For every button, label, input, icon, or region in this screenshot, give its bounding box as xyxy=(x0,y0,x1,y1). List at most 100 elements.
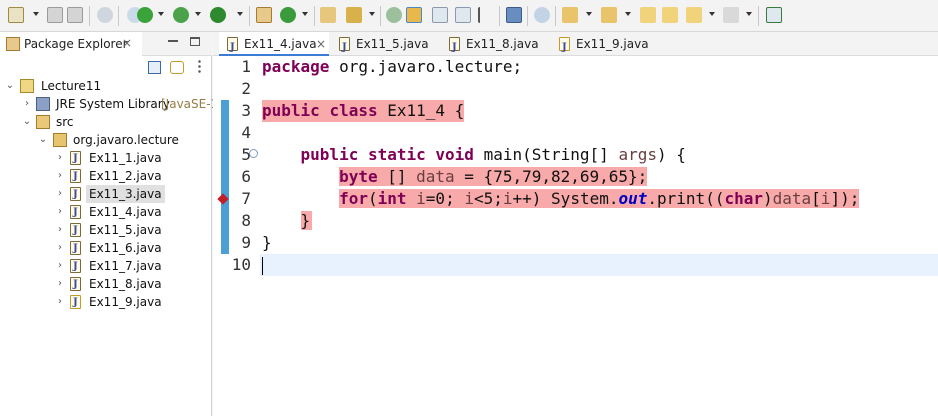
show-whitespace-icon[interactable] xyxy=(455,7,471,23)
tree-item-label: Ex11_2.java xyxy=(89,169,162,183)
tree-item-label: Ex11_3.java xyxy=(86,185,165,203)
maximize-icon[interactable] xyxy=(190,37,200,46)
external-tools-dropdown-arrow[interactable] xyxy=(237,12,243,16)
tree-item-java-file[interactable]: › Ex11_4.java xyxy=(0,203,212,222)
last-edit-icon[interactable] xyxy=(640,7,656,23)
java-editor: Ex11_4.java × Ex11_5.java Ex11_8.java Ex… xyxy=(213,32,938,416)
open-type-icon[interactable] xyxy=(320,7,336,23)
view-menu-icon[interactable] xyxy=(198,59,201,73)
expand-toggle[interactable]: ⌄ xyxy=(38,131,48,149)
code-text: [] xyxy=(377,167,417,186)
code-line-6[interactable]: byte [] data = {75,79,82,69,65}; xyxy=(262,166,648,188)
code-text: ) { xyxy=(656,145,686,164)
word-wrap-icon[interactable] xyxy=(478,7,494,23)
code-line-8[interactable]: } xyxy=(262,210,313,232)
tree-item-java-file[interactable]: › Ex11_9.java xyxy=(0,293,212,312)
editor-tab-active[interactable]: Ex11_4.java × xyxy=(219,32,329,60)
java-file-icon xyxy=(70,150,81,168)
new-dropdown-arrow[interactable] xyxy=(33,12,39,16)
tree-item-package[interactable]: ⌄ org.javaro.lecture xyxy=(0,131,212,149)
expand-toggle[interactable]: › xyxy=(55,149,65,167)
next-annotation-icon[interactable] xyxy=(562,7,578,23)
new-icon[interactable] xyxy=(8,7,24,23)
search-icon[interactable] xyxy=(346,7,362,23)
run-dropdown-arrow[interactable] xyxy=(158,12,164,16)
package-explorer-tab[interactable]: Package Explorer × xyxy=(0,32,142,56)
tree-item-jre-library[interactable]: › JRE System Library [JavaSE-1 xyxy=(0,95,218,113)
expand-toggle[interactable]: › xyxy=(55,239,65,257)
collapse-all-icon[interactable] xyxy=(148,61,161,74)
close-view-icon[interactable]: × xyxy=(122,36,132,50)
line-number: 9 xyxy=(241,233,251,252)
expand-toggle[interactable]: › xyxy=(55,257,65,275)
tree-item-java-file[interactable]: › Ex11_6.java xyxy=(0,239,212,258)
expand-toggle[interactable]: ⌄ xyxy=(22,113,32,131)
tree-item-java-file[interactable]: › Ex11_2.java xyxy=(0,167,212,186)
back-dropdown-arrow[interactable] xyxy=(709,12,715,16)
tree-item-project[interactable]: ⌄ Lecture11 xyxy=(0,77,212,95)
expand-toggle[interactable]: › xyxy=(55,221,65,239)
code-text: org.javaro.lecture; xyxy=(329,57,523,76)
forward-icon[interactable] xyxy=(686,7,702,23)
toggle-block-selection-icon[interactable] xyxy=(432,7,448,23)
toolbar-separator xyxy=(249,6,250,26)
tree-item-java-file-selected[interactable]: › Ex11_3.java xyxy=(0,185,212,204)
tree-item-src[interactable]: ⌄ src xyxy=(0,113,212,131)
toggle-highlight-icon[interactable] xyxy=(406,7,422,23)
tree-item-java-file[interactable]: › Ex11_8.java xyxy=(0,275,212,294)
save-all-icon[interactable] xyxy=(67,7,83,23)
external-tools-icon[interactable] xyxy=(210,7,226,23)
expand-toggle[interactable]: › xyxy=(55,185,65,203)
toolbar-separator xyxy=(118,6,119,26)
editor-tab[interactable]: Ex11_8.java xyxy=(443,32,551,60)
editor-tab[interactable]: Ex11_5.java xyxy=(331,32,439,60)
new-class-icon[interactable] xyxy=(280,7,296,23)
java-file-icon xyxy=(70,204,81,222)
minimize-icon[interactable] xyxy=(168,40,178,42)
expand-toggle[interactable]: › xyxy=(55,167,65,185)
toggle-mark-occurrences-icon[interactable] xyxy=(386,7,402,23)
java-file-icon xyxy=(559,36,570,60)
editor-tab[interactable]: Ex11_9.java xyxy=(555,32,663,60)
new-java-package-icon[interactable] xyxy=(256,7,272,23)
next-annotation-dropdown-arrow[interactable] xyxy=(586,12,592,16)
run-icon[interactable] xyxy=(137,7,153,23)
search-dropdown-arrow[interactable] xyxy=(369,12,375,16)
code-line-7[interactable]: for(int i=0; i<5;i++) System.out.print((… xyxy=(262,188,860,210)
forward-dropdown-arrow[interactable] xyxy=(746,12,752,16)
tree-item-java-file[interactable]: › Ex11_7.java xyxy=(0,257,212,276)
new-class-dropdown-arrow[interactable] xyxy=(302,12,308,16)
line-number: 1 xyxy=(241,57,251,76)
expand-toggle[interactable]: › xyxy=(55,293,65,311)
back-icon[interactable] xyxy=(662,7,678,23)
code-text: Ex11_4 { xyxy=(377,101,465,120)
expand-toggle[interactable]: › xyxy=(22,95,32,113)
pin-editor-icon[interactable] xyxy=(534,7,550,23)
tree-item-java-file[interactable]: › Ex11_1.java xyxy=(0,149,212,168)
code-line-5[interactable]: public static void main(String[] args) { xyxy=(262,144,686,166)
close-tab-icon[interactable]: × xyxy=(316,32,326,56)
skip-breakpoints-icon[interactable] xyxy=(97,7,113,23)
coverage-icon[interactable] xyxy=(173,7,189,23)
expand-toggle[interactable]: ⌄ xyxy=(5,77,15,95)
code-line-3[interactable]: public class Ex11_4 { xyxy=(262,100,465,122)
code-text: =0; xyxy=(425,189,465,208)
java-file-icon xyxy=(70,222,81,240)
expand-toggle[interactable]: › xyxy=(55,275,65,293)
code-line-1[interactable]: package org.javaro.lecture; xyxy=(262,56,522,78)
link-with-editor-icon[interactable] xyxy=(170,61,184,74)
toolbar-separator xyxy=(89,6,90,26)
tree-item-decoration: [JavaSE-1 xyxy=(161,97,219,111)
open-console-icon[interactable] xyxy=(506,7,522,23)
code-line-9[interactable]: } xyxy=(262,232,272,254)
keyword: int xyxy=(377,189,407,208)
tree-item-java-file[interactable]: › Ex11_5.java xyxy=(0,221,212,240)
prev-annotation-dropdown-arrow[interactable] xyxy=(625,12,631,16)
prev-annotation-icon[interactable] xyxy=(601,7,617,23)
coverage-dropdown-arrow[interactable] xyxy=(195,12,201,16)
open-perspective-icon[interactable] xyxy=(766,7,782,23)
save-icon[interactable] xyxy=(47,7,63,23)
expand-toggle[interactable]: › xyxy=(55,203,65,221)
forward-nav-icon[interactable] xyxy=(723,7,739,23)
